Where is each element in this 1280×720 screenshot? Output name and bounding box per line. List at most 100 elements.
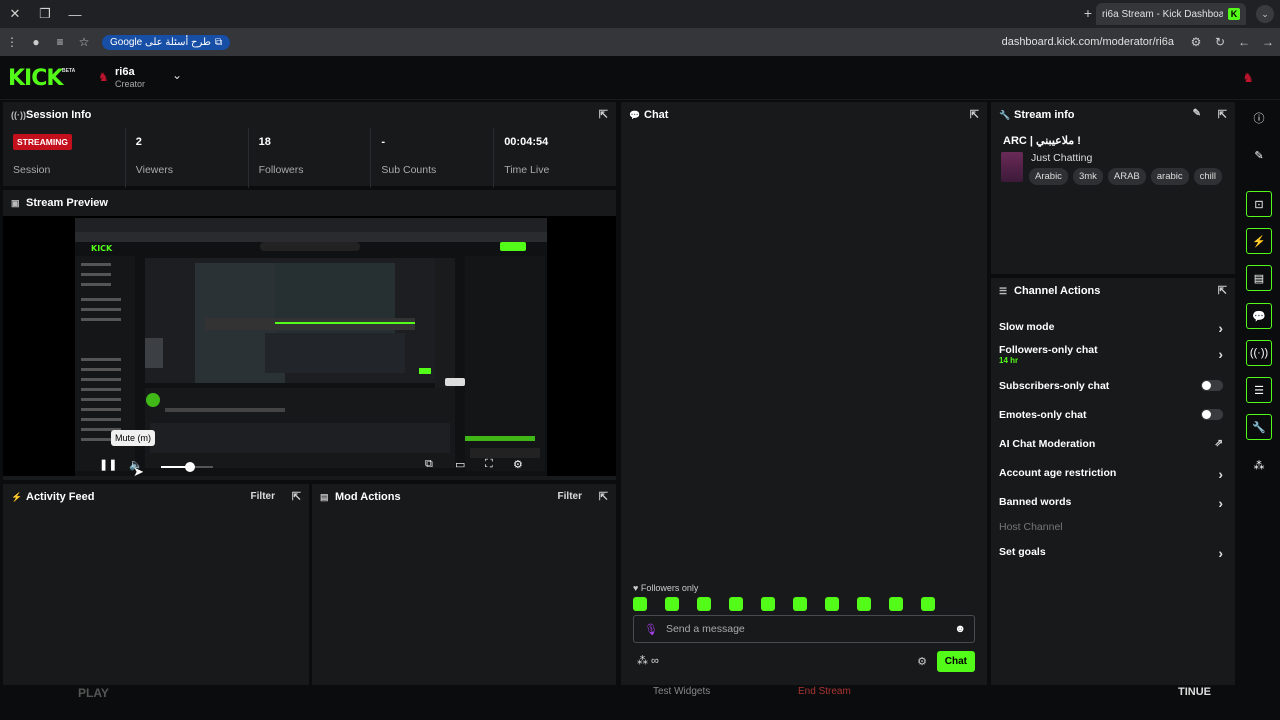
emote-icon[interactable] <box>889 597 903 611</box>
info-icon[interactable]: ⓘ <box>1246 105 1272 131</box>
mod-actions-header: ▤ Mod Actions Filter ⇱ <box>312 484 616 510</box>
chevron-down-icon[interactable]: ⌄ <box>172 68 182 82</box>
kick-logo[interactable]: KICK <box>8 66 63 91</box>
minimize-window-icon[interactable]: — <box>60 0 90 28</box>
chat-bubble-icon[interactable]: 💬 <box>1246 303 1272 329</box>
emote-icon[interactable] <box>793 597 807 611</box>
volume-slider-thumb[interactable] <box>184 462 195 472</box>
stream-category[interactable]: Just Chatting <box>1031 152 1092 164</box>
tag: ARAB <box>1107 168 1146 185</box>
microphone-icon[interactable]: 🎙 <box>644 623 658 636</box>
emote-icon[interactable] <box>825 597 839 611</box>
fullscreen-icon[interactable]: ⛶ <box>485 458 493 471</box>
forward-arrow-icon[interactable]: → <box>1256 28 1280 56</box>
browser-tab[interactable]: ri6a Stream - Kick Dashboard K <box>1096 3 1246 25</box>
send-chat-button[interactable]: Chat <box>936 651 975 672</box>
popout-icon[interactable]: ⇱ <box>1218 108 1227 121</box>
back-arrow-icon[interactable]: ← <box>1232 28 1256 56</box>
stat-label: Viewers <box>135 164 173 176</box>
channel-name[interactable]: ri6a <box>115 66 135 78</box>
action-followers-only[interactable]: Followers-only chat 14 hr › <box>991 344 1235 365</box>
emote-icon[interactable] <box>697 597 711 611</box>
tab-search-icon[interactable]: ⌄ <box>1256 5 1274 23</box>
action-slow-mode[interactable]: Slow mode › <box>991 320 1235 336</box>
google-lens-chip[interactable]: Google طرح أسئلة على ⧉ <box>102 34 231 50</box>
popout-icon[interactable]: ⇱ <box>599 108 608 121</box>
pip-icon[interactable]: ⧉ <box>425 458 433 471</box>
chevron-right-icon: › <box>1218 346 1223 362</box>
chat-panel: 💬 Chat ⇱ ♥ Followers only 🎙 Send a messa… <box>620 101 988 686</box>
restore-window-icon[interactable]: ❐ <box>30 0 60 28</box>
action-label: Set goals <box>999 546 1046 558</box>
action-ai-moderation[interactable]: AI Chat Moderation ⇗ <box>991 438 1235 450</box>
right-rail: ⓘ ✎ ⊡ ⚡ ▤ 💬 ((·)) ☰ 🔧 ⁂ <box>1238 100 1280 686</box>
clipboard-icon[interactable]: ▤ <box>1246 265 1272 291</box>
broadcast-icon[interactable]: ((·)) <box>1246 340 1272 366</box>
reload-icon[interactable]: ↻ <box>1208 28 1232 56</box>
channel-actions-title: Channel Actions <box>1014 285 1101 297</box>
chat-settings-icon[interactable]: ⚙ <box>917 655 927 668</box>
profile-icon[interactable]: ● <box>24 28 48 56</box>
menu-dots-icon[interactable]: ⋮ <box>0 28 24 56</box>
volume-slider[interactable] <box>161 462 213 472</box>
extensions-icon[interactable]: ≡ <box>48 28 72 56</box>
url-field[interactable]: dashboard.kick.com/moderator/ri6a <box>1002 36 1174 48</box>
emotes-only-toggle[interactable] <box>1201 409 1223 420</box>
share-nodes-icon[interactable]: ⁂ <box>1246 452 1272 478</box>
chat-message-input[interactable]: 🎙 Send a message ☻ <box>633 615 975 643</box>
subscribers-only-toggle[interactable] <box>1201 380 1223 391</box>
pencil-icon[interactable]: ✎ <box>1246 142 1272 168</box>
activity-filter-button[interactable]: Filter <box>251 491 275 502</box>
emote-icon[interactable] <box>921 597 935 611</box>
popout-icon[interactable]: ⇱ <box>1218 284 1227 297</box>
stat-value: - <box>381 136 386 148</box>
chevron-right-icon: › <box>1218 545 1223 561</box>
chat-title: Chat <box>644 109 669 121</box>
action-emotes-only: Emotes-only chat <box>991 409 1235 421</box>
emote-icon[interactable] <box>761 597 775 611</box>
wrench-icon[interactable]: 🔧 <box>1246 414 1272 440</box>
new-tab-icon[interactable]: + <box>1084 5 1092 21</box>
play-icon: ▣ <box>11 197 20 208</box>
mod-filter-button[interactable]: Filter <box>558 491 582 502</box>
theater-mode-icon[interactable]: ▭ <box>455 458 465 471</box>
stat-label: Time Live <box>504 164 550 176</box>
stat-value: 18 <box>258 136 271 148</box>
emote-icon[interactable] <box>729 597 743 611</box>
followers-only-indicator: ♥ Followers only <box>633 583 698 593</box>
bookmark-star-icon[interactable]: ☆ <box>72 28 96 56</box>
settings-gear-icon[interactable]: ⚙ <box>513 458 523 471</box>
signal-icon: ((·)) <box>11 110 26 120</box>
play-label: PLAY <box>78 686 109 700</box>
capture-icon[interactable]: ⊡ <box>1246 191 1272 217</box>
stat-time-live: 00:04:54 Time Live <box>494 128 616 188</box>
kick-header: KICK BETA ♞ ri6a Creator ⌄ ♞ <box>0 56 1280 100</box>
lightning-icon[interactable]: ⚡ <box>1246 228 1272 254</box>
chevron-right-icon: › <box>1218 495 1223 511</box>
sliders-icon: ☰ <box>999 285 1008 296</box>
user-avatar-icon[interactable]: ♞ <box>1242 70 1254 86</box>
popout-icon[interactable]: ⇱ <box>599 490 608 503</box>
action-account-age[interactable]: Account age restriction › <box>991 466 1235 482</box>
action-label: AI Chat Moderation <box>999 438 1096 450</box>
emoji-icon[interactable]: ☻ <box>954 623 966 635</box>
emote-icon[interactable] <box>633 597 647 611</box>
close-window-icon[interactable]: ✕ <box>0 0 30 28</box>
bottom-strip: PLAY Test Widgets End Stream TINUE <box>0 686 1280 720</box>
edit-pencil-icon[interactable]: ✎ <box>1193 108 1201 119</box>
layout-icon[interactable]: ☰ <box>1246 377 1272 403</box>
action-set-goals[interactable]: Set goals › <box>991 545 1235 561</box>
emote-icon[interactable] <box>857 597 871 611</box>
preview-area: KICK ❚❚ 🔈 ⧉ ▭ ⛶ ⚙ ➤ Mute (m) <box>3 216 616 476</box>
chat-toolbar: ⁂ ∞ ⚙ Chat <box>633 651 975 673</box>
session-info-title: Session Info <box>26 109 92 121</box>
mute-tooltip: Mute (m) <box>111 430 155 446</box>
action-banned-words[interactable]: Banned words › <box>991 495 1235 511</box>
site-settings-icon[interactable]: ⚙ <box>1184 28 1208 56</box>
chat-tools-icon[interactable]: ⁂ ∞ <box>637 654 659 667</box>
emote-icon[interactable] <box>665 597 679 611</box>
popout-icon[interactable]: ⇱ <box>292 490 301 503</box>
clipboard-icon: ▤ <box>320 491 329 502</box>
pause-icon[interactable]: ❚❚ <box>99 458 117 471</box>
popout-icon[interactable]: ⇱ <box>970 108 979 121</box>
